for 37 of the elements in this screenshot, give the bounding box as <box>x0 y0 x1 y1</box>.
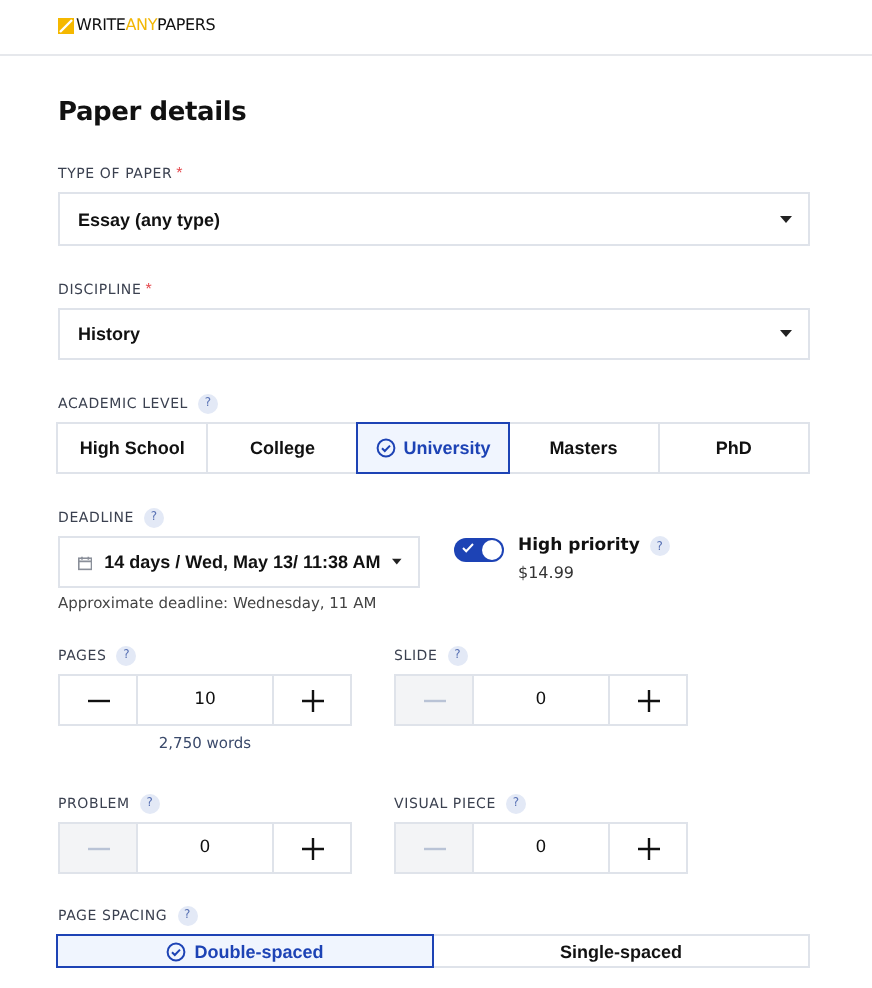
plus-icon <box>301 837 323 859</box>
required-mark: * <box>176 164 183 182</box>
increase-button[interactable] <box>608 822 688 874</box>
dropdown[interactable]: Essay (any type) <box>58 192 810 246</box>
increase-button[interactable] <box>608 674 688 726</box>
dropdown[interactable]: History <box>58 308 810 360</box>
dropdown[interactable]: 14 days / Wed, May 13/ 11:38 AM <box>58 536 420 588</box>
toggle-label: High priority <box>518 536 640 556</box>
option-tab[interactable]: University <box>356 422 510 474</box>
plus-icon <box>637 837 659 859</box>
required-mark: * <box>145 280 152 298</box>
plus-icon <box>637 689 659 711</box>
caret-icon <box>780 215 792 223</box>
check-circle-icon <box>375 438 396 458</box>
check-circle-icon <box>166 941 187 961</box>
count-field[interactable]: 0 <box>472 822 610 874</box>
plus-icon <box>301 689 323 711</box>
page-title: Paper details <box>58 98 249 132</box>
option-tab[interactable]: College <box>206 422 359 474</box>
logo-icon <box>58 18 74 34</box>
option-tab[interactable]: PhD <box>657 422 811 474</box>
count-field[interactable]: 10 <box>136 674 274 726</box>
caret-icon <box>392 558 402 566</box>
toggle-switch[interactable] <box>454 538 504 562</box>
count-field[interactable]: 0 <box>136 822 274 874</box>
caret-icon <box>780 330 792 338</box>
increase-button[interactable] <box>272 822 352 874</box>
option-tab[interactable]: Single-spaced <box>432 934 810 968</box>
option-tab[interactable]: Double-spaced <box>56 934 434 968</box>
logo-text: WRITEANYPAPERS <box>76 16 216 36</box>
price-text: $14.99 <box>518 564 576 582</box>
calendar-icon <box>78 553 93 571</box>
count-field[interactable]: 0 <box>472 674 610 726</box>
check-icon <box>462 542 474 554</box>
option-tab[interactable]: High School <box>56 422 209 474</box>
increase-button[interactable] <box>272 674 352 726</box>
option-tab[interactable]: Masters <box>507 422 660 474</box>
